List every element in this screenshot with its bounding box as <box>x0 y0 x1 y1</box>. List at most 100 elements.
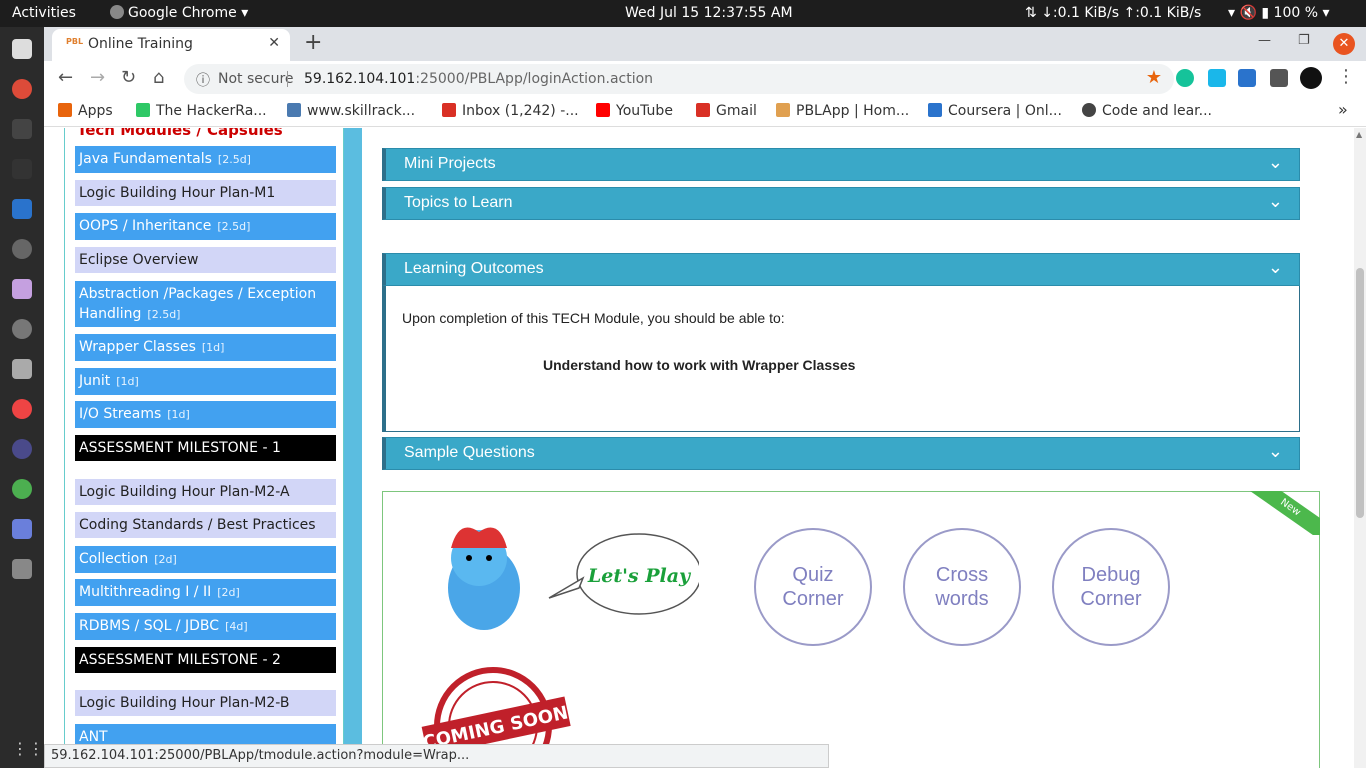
module-logic-m2b[interactable]: Logic Building Hour Plan-M2-B <box>75 690 336 716</box>
quiz-corner-button[interactable]: Quiz Corner <box>754 528 872 646</box>
url-text[interactable]: 59.162.104.101:25000/PBLApp/loginAction.… <box>304 71 653 87</box>
module-coding-standards[interactable]: Coding Standards / Best Practices <box>75 512 336 538</box>
more-bookmarks-icon[interactable]: » <box>1338 100 1348 119</box>
clock[interactable]: Wed Jul 15 12:37:55 AM <box>625 5 793 21</box>
play-extension-icon[interactable] <box>1208 69 1226 87</box>
bookmark-star-icon[interactable]: ★ <box>1146 67 1162 88</box>
chrome-dock-icon[interactable] <box>12 79 32 99</box>
outcome-point: Understand how to work with Wrapper Clas… <box>543 357 856 373</box>
apps-grid-icon <box>58 103 72 117</box>
terminal-icon[interactable] <box>12 159 32 179</box>
debug-corner-button[interactable]: Debug Corner <box>1052 528 1170 646</box>
lets-play-text: Let's Play <box>587 565 692 587</box>
app-menu[interactable]: Google Chrome ▾ <box>110 5 248 21</box>
tweaks-icon[interactable] <box>12 279 32 299</box>
puzzle-icon[interactable] <box>1270 69 1288 87</box>
page-scrollbar[interactable]: ▲ <box>1354 128 1366 768</box>
extension-icon[interactable] <box>1238 69 1256 87</box>
disk-icon[interactable] <box>12 559 32 579</box>
system-top-bar: Activities Google Chrome ▾ Wed Jul 15 12… <box>0 0 1366 27</box>
module-io-streams[interactable]: I/O Streams [1d] <box>75 401 336 428</box>
hackerrank-icon <box>136 103 150 117</box>
module-duration: [2d] <box>217 586 240 599</box>
link-status-bar: 59.162.104.101:25000/PBLApp/tmodule.acti… <box>44 744 829 768</box>
module-java-fundamentals[interactable]: Java Fundamentals [2.5d] <box>75 146 336 173</box>
module-collection[interactable]: Collection [2d] <box>75 546 336 573</box>
scroll-up-icon[interactable]: ▲ <box>1356 130 1362 139</box>
lets-play-graphic[interactable]: Let's Play <box>419 518 699 648</box>
page-content: Tech Modules / Capsules Java Fundamental… <box>44 128 1366 768</box>
bookmark-skillrack[interactable]: www.skillrack... <box>287 103 415 119</box>
module-abstraction[interactable]: Abstraction /Packages / Exception Handli… <box>75 281 336 327</box>
close-tab-icon[interactable]: ✕ <box>268 35 280 51</box>
bookmark-inbox[interactable]: Inbox (1,242) -... <box>442 103 579 119</box>
outcome-intro: Upon completion of this TECH Module, you… <box>402 310 785 326</box>
not-secure-label: Not secure <box>218 71 294 87</box>
module-wrapper-classes[interactable]: Wrapper Classes [1d] <box>75 334 336 361</box>
info-icon[interactable]: ⓘ <box>196 70 210 90</box>
module-logic-m1[interactable]: Logic Building Hour Plan-M1 <box>75 180 336 206</box>
bookmark-coursera[interactable]: Coursera | Onl... <box>928 103 1062 119</box>
module-junit[interactable]: Junit [1d] <box>75 368 336 395</box>
gmail-icon <box>442 103 456 117</box>
close-window-button[interactable]: ✕ <box>1333 33 1355 55</box>
module-eclipse[interactable]: Eclipse Overview <box>75 247 336 273</box>
system-monitor-icon[interactable] <box>12 119 32 139</box>
module-assessment-1[interactable]: ASSESSMENT MILESTONE - 1 <box>75 435 336 461</box>
eclipse-icon[interactable] <box>12 439 32 459</box>
bookmark-gmail[interactable]: Gmail <box>696 103 757 119</box>
activities-button[interactable]: Activities <box>12 5 76 21</box>
accordion-topics-to-learn[interactable]: Topics to Learn ⌄ <box>382 187 1300 220</box>
settings-icon[interactable] <box>12 239 32 259</box>
module-rdbms[interactable]: RDBMS / SQL / JDBC [4d] <box>75 613 336 640</box>
pbl-favicon-icon <box>776 103 790 117</box>
reload-icon[interactable]: ↻ <box>121 67 136 88</box>
bookmark-hackerrank[interactable]: The HackerRa... <box>136 103 267 119</box>
home-icon[interactable]: ⌂ <box>153 67 164 88</box>
menu-kebab-icon[interactable]: ⋮ <box>1337 66 1355 87</box>
module-label: OOPS / Inheritance <box>79 218 212 234</box>
url-path: :25000/PBLApp/loginAction.action <box>415 71 654 87</box>
new-tab-button[interactable]: + <box>304 30 322 55</box>
module-label: Eclipse Overview <box>79 252 199 268</box>
network-tool-icon[interactable] <box>12 479 32 499</box>
url-host: 59.162.104.101 <box>304 71 416 87</box>
address-bar[interactable]: ⓘ Not secure 59.162.104.101:25000/PBLApp… <box>184 64 1174 94</box>
minimize-button[interactable]: — <box>1258 33 1271 48</box>
codecademy-icon <box>1082 103 1096 117</box>
grammarly-icon[interactable] <box>1176 69 1194 87</box>
bookmark-youtube[interactable]: YouTube <box>596 103 673 119</box>
screen-icon[interactable] <box>12 519 32 539</box>
bookmark-label: Gmail <box>716 103 757 119</box>
accordion-sample-questions[interactable]: Sample Questions ⌄ <box>382 437 1300 470</box>
module-oops[interactable]: OOPS / Inheritance [2.5d] <box>75 213 336 240</box>
module-label: Logic Building Hour Plan-M2-B <box>79 695 290 711</box>
battery-level: 100 % <box>1273 5 1319 21</box>
crosswords-button[interactable]: Cross words <box>903 528 1021 646</box>
app-grid-icon[interactable]: ⋮⋮ <box>12 739 44 759</box>
games-panel: New Let's Play COMING SOON Quiz Corner C… <box>382 491 1320 768</box>
maximize-button[interactable]: ❐ <box>1298 33 1310 48</box>
bookmark-pblapp[interactable]: PBLApp | Hom... <box>776 103 909 119</box>
avatar[interactable] <box>1300 67 1322 89</box>
tab-online-training[interactable]: PBL Online Training ✕ <box>52 29 290 61</box>
module-assessment-2[interactable]: ASSESSMENT MILESTONE - 2 <box>75 647 336 673</box>
bookmark-code[interactable]: Code and lear... <box>1082 103 1212 119</box>
color-picker-icon[interactable] <box>12 399 32 419</box>
updater-icon[interactable] <box>12 319 32 339</box>
accordion-mini-projects[interactable]: Mini Projects ⌄ <box>382 148 1300 181</box>
scrollbar-thumb[interactable] <box>1356 268 1364 518</box>
status-icons[interactable]: ▾ 🔇 ▮ 100 % ▾ <box>1228 5 1330 21</box>
module-multithreading[interactable]: Multithreading I / II [2d] <box>75 579 336 606</box>
module-logic-m2a[interactable]: Logic Building Hour Plan-M2-A <box>75 479 336 505</box>
software-icon[interactable] <box>12 199 32 219</box>
screenshot-icon[interactable] <box>12 359 32 379</box>
accordion-learning-outcomes[interactable]: Learning Outcomes ⌄ <box>382 253 1300 286</box>
chevron-down-icon: ⌄ <box>1267 191 1283 211</box>
back-icon[interactable]: ← <box>58 67 73 88</box>
forward-icon[interactable]: → <box>90 67 105 88</box>
new-ribbon: New <box>1250 491 1320 535</box>
bookmark-apps[interactable]: Apps <box>58 103 113 119</box>
files-icon[interactable] <box>12 39 32 59</box>
module-duration: [1d] <box>116 375 139 388</box>
